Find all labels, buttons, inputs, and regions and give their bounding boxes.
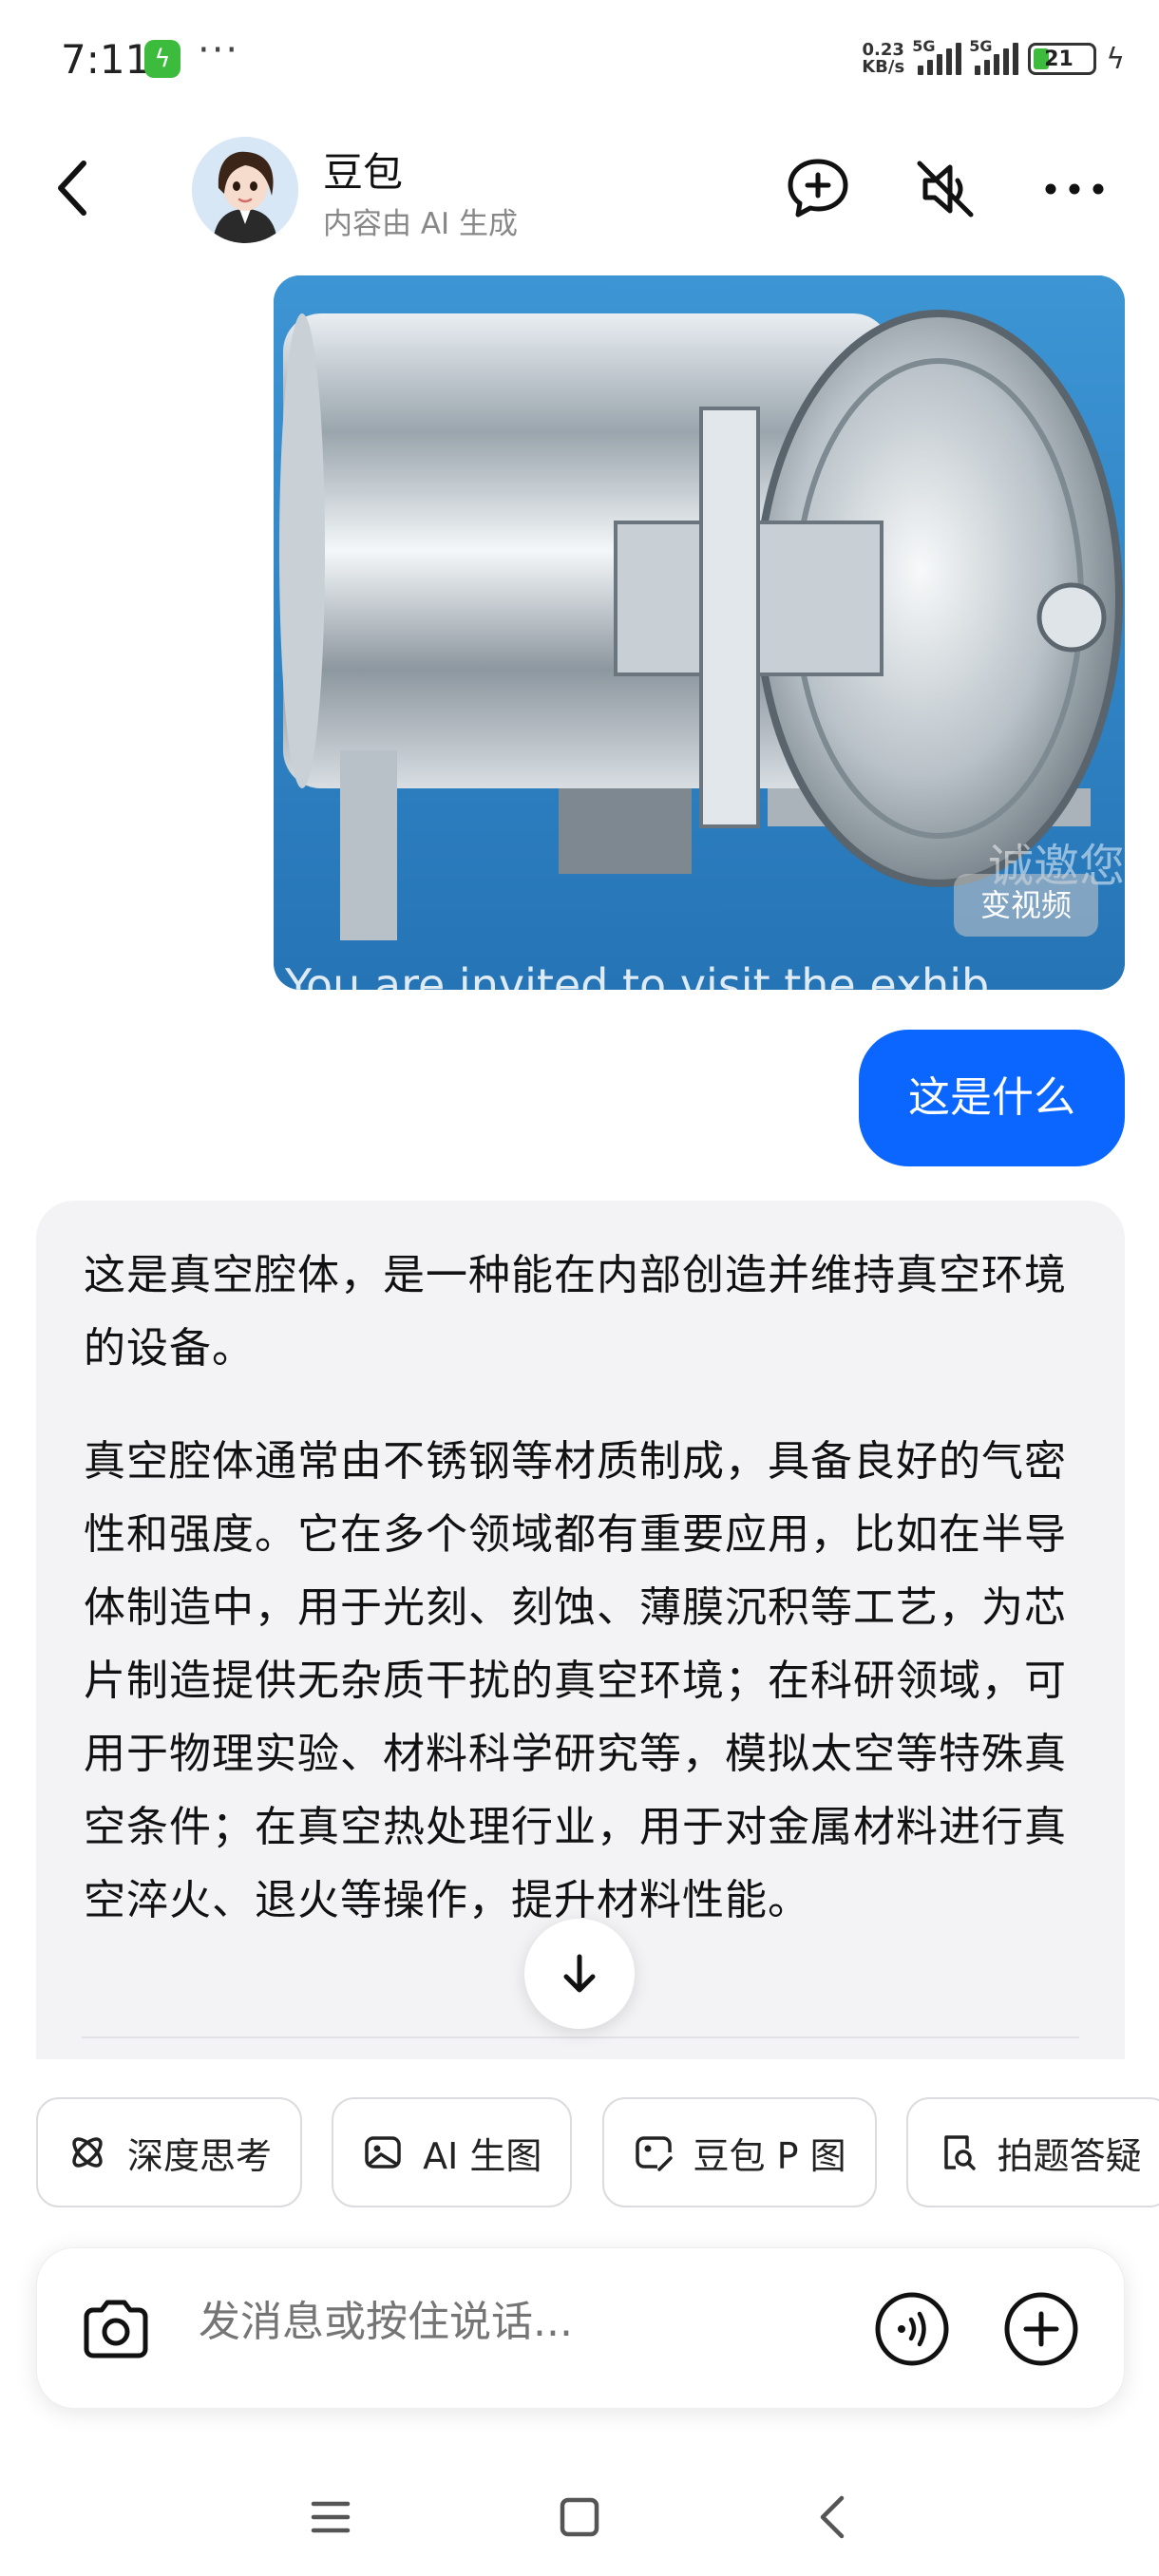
status-bar: 7:11 ϟ ··· 0.23 KB/s 5G 5G 21 ϟ bbox=[0, 0, 1159, 114]
network-speed-unit: KB/s bbox=[862, 57, 905, 77]
voice-call-icon[interactable] bbox=[873, 2290, 951, 2368]
chip-label: AI 生图 bbox=[423, 2134, 542, 2177]
more-options-icon[interactable] bbox=[1041, 156, 1108, 222]
more-notifications-icon: ··· bbox=[198, 28, 240, 72]
status-time: 7:11 bbox=[61, 36, 151, 83]
to-video-button[interactable]: 变视频 bbox=[954, 874, 1098, 937]
battery-icon: 21 bbox=[1028, 43, 1097, 75]
chip-p-image[interactable]: 豆包 P 图 bbox=[601, 2097, 877, 2207]
message-input-box bbox=[36, 2247, 1125, 2409]
chip-ai-image[interactable]: AI 生图 bbox=[332, 2097, 573, 2207]
chip-label: 拍题答疑 bbox=[997, 2134, 1142, 2177]
battery-level: 21 bbox=[1044, 47, 1074, 71]
network-type-1: 5G bbox=[912, 37, 936, 55]
message-input[interactable] bbox=[199, 2298, 731, 2346]
quick-action-chips: 深度思考 AI 生图 豆包 P 图 拍题答疑 bbox=[36, 2097, 1159, 2211]
avatar[interactable] bbox=[192, 137, 298, 243]
add-icon[interactable] bbox=[1002, 2290, 1080, 2368]
network-type-2: 5G bbox=[969, 37, 993, 55]
chat-title: 豆包 bbox=[323, 149, 404, 196]
signal-icon: 5G bbox=[912, 37, 962, 75]
new-chat-icon[interactable] bbox=[785, 156, 851, 222]
image-edit-icon bbox=[635, 2136, 673, 2171]
mute-speaker-icon[interactable] bbox=[912, 156, 978, 222]
doc-search-icon bbox=[943, 2135, 976, 2170]
ai-message-text: 这是真空腔体，是一种能在内部创造并维持真空环境的设备。 真空腔体通常由不锈钢等材… bbox=[84, 1239, 1091, 1977]
home-icon[interactable] bbox=[551, 2489, 608, 2546]
camera-icon[interactable] bbox=[79, 2292, 153, 2366]
ai-paragraph: 真空腔体通常由不锈钢等材质制成，具备良好的气密性和强度。它在多个领域都有重要应用… bbox=[84, 1437, 1067, 1924]
user-message-bubble: 这是什么 bbox=[859, 1030, 1125, 1166]
system-navigation-bar bbox=[0, 2460, 1159, 2565]
back-nav-icon[interactable] bbox=[806, 2489, 863, 2546]
chip-label: 深度思考 bbox=[127, 2134, 273, 2177]
signal-icon-2: 5G bbox=[969, 37, 1019, 75]
chip-photo-question[interactable]: 拍题答疑 bbox=[905, 2097, 1159, 2207]
status-indicators: 0.23 KB/s 5G 5G 21 ϟ bbox=[862, 37, 1125, 80]
image-caption-text: You are invited to visit the exhib bbox=[285, 959, 990, 990]
charging-app-icon: ϟ bbox=[144, 40, 180, 78]
charging-bolt-icon: ϟ bbox=[1106, 42, 1125, 76]
chip-label: 豆包 P 图 bbox=[693, 2134, 846, 2177]
arrow-down-icon bbox=[563, 1954, 596, 1993]
scroll-to-bottom-button[interactable] bbox=[524, 1919, 635, 2029]
chat-subtitle: 内容由 AI 生成 bbox=[323, 207, 519, 241]
sent-image[interactable]: 诚邀您 You are invited to visit the exhib 变… bbox=[274, 275, 1125, 990]
chip-deep-think[interactable]: 深度思考 bbox=[36, 2097, 303, 2207]
ai-paragraph: 这是真空腔体，是一种能在内部创造并维持真空环境的设备。 bbox=[84, 1251, 1067, 1373]
back-arrow-icon[interactable] bbox=[42, 154, 110, 222]
menu-icon[interactable] bbox=[302, 2489, 359, 2546]
chat-header: 豆包 内容由 AI 生成 bbox=[0, 123, 1159, 256]
network-speed: 0.23 KB/s bbox=[862, 42, 904, 76]
atom-icon bbox=[72, 2137, 103, 2168]
image-icon bbox=[365, 2136, 401, 2169]
divider bbox=[82, 2036, 1079, 2038]
